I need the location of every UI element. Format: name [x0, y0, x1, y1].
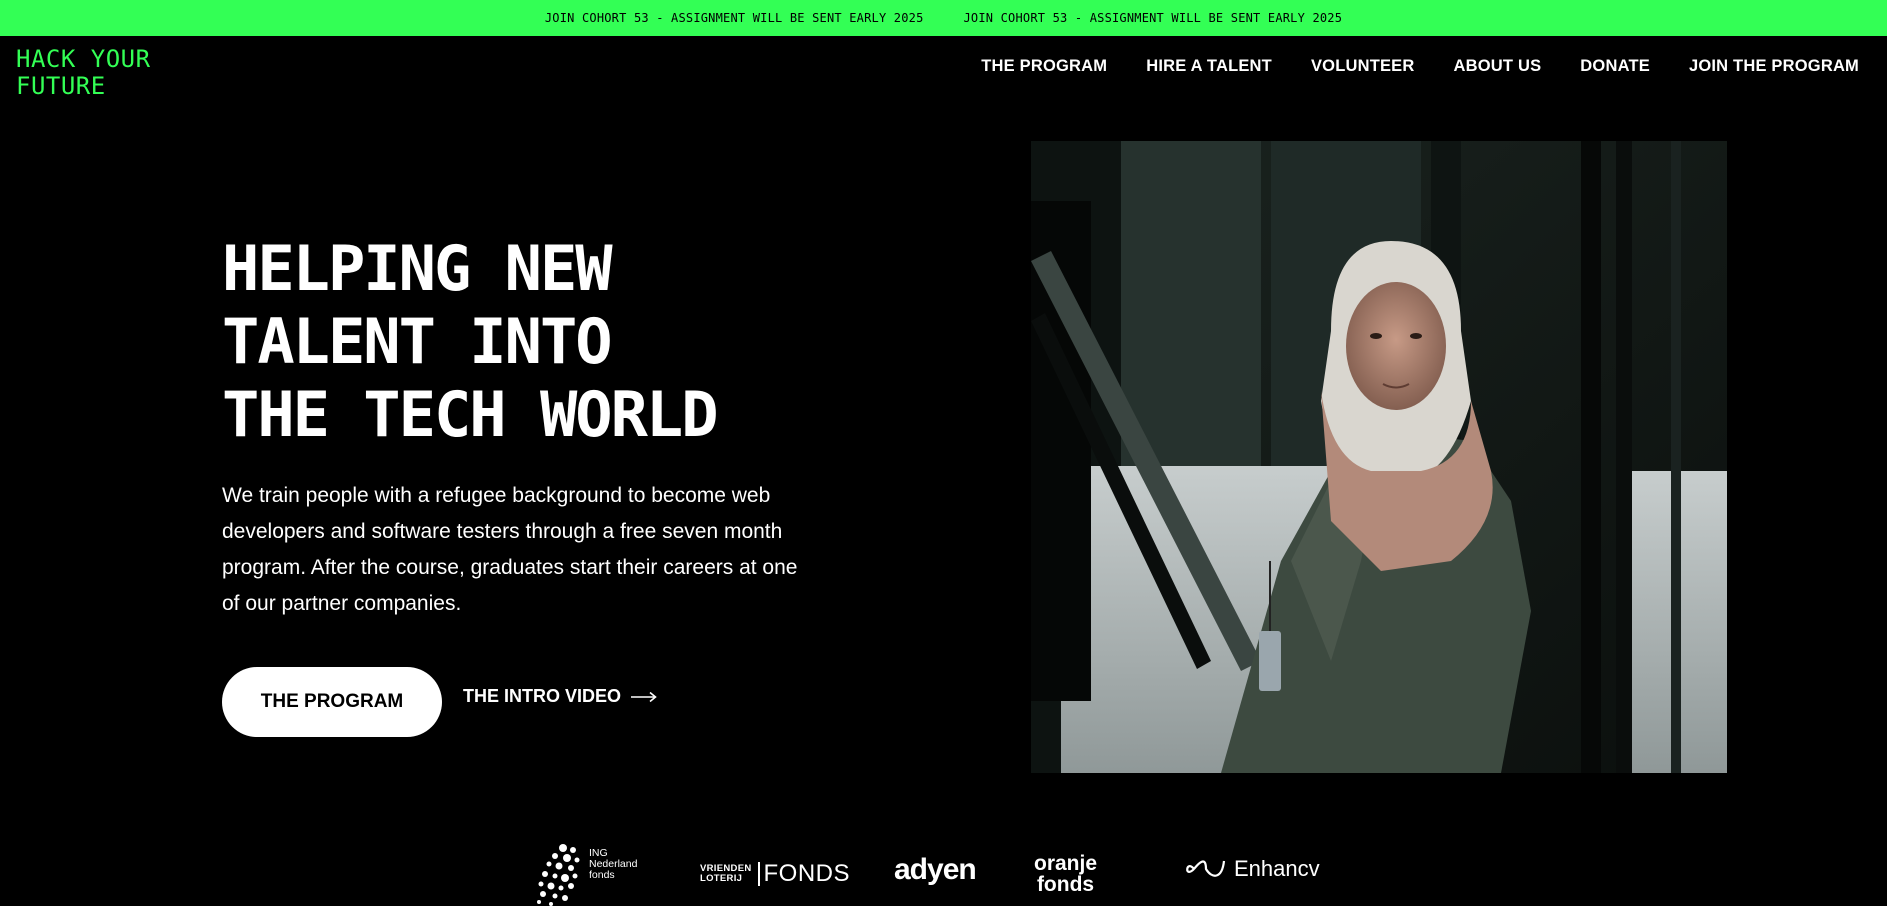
sponsor-logos: ING Nederland fonds VRIENDEN LOTERIJ FON…	[533, 842, 1363, 906]
main-nav: THE PROGRAM HIRE A TALENT VOLUNTEER ABOU…	[981, 57, 1859, 76]
banner-track: JOIN COHORT 53 - ASSIGNMENT WILL BE SENT…	[545, 11, 1342, 25]
nav-item-join-the-program[interactable]: JOIN THE PROGRAM	[1689, 57, 1859, 76]
oranje-line: fonds	[1036, 873, 1095, 896]
logo-line-1: HACK YOUR	[16, 45, 151, 73]
vl-fonds: FONDS	[757, 862, 851, 886]
nav-item-hire-a-talent[interactable]: HIRE A TALENT	[1146, 57, 1272, 76]
banner-message: JOIN COHORT 53 - ASSIGNMENT WILL BE SENT…	[544, 11, 924, 25]
enhancv-logo[interactable]: Enhancv	[1182, 856, 1320, 882]
arrow-right-icon	[631, 691, 657, 702]
logo-line-2: FUTURE	[16, 72, 106, 100]
ing-line: fonds	[589, 869, 615, 881]
vriendenloterij-fonds-logo[interactable]: VRIENDEN LOTERIJ FONDS	[700, 862, 850, 886]
hero-title: HELPING NEW TALENT INTO THE TECH WORLD	[222, 232, 719, 451]
the-program-button[interactable]: THE PROGRAM	[222, 667, 442, 737]
nav-item-volunteer[interactable]: VOLUNTEER	[1311, 57, 1415, 76]
vl-line-2: LOTERIJ	[700, 873, 743, 884]
nav-item-the-program[interactable]: THE PROGRAM	[981, 57, 1107, 76]
banner-message: JOIN COHORT 53 - ASSIGNMENT WILL BE SENT…	[963, 11, 1343, 25]
intro-video-link[interactable]: THE INTRO VIDEO	[463, 686, 657, 707]
oranje-fonds-logo[interactable]: oranje fonds	[1034, 853, 1097, 895]
hero-title-line: HELPING NEW	[222, 232, 613, 305]
hero-photo-illustration	[1031, 141, 1727, 773]
site-logo[interactable]: HACK YOUR FUTURE	[16, 46, 151, 100]
enhancv-text: Enhancv	[1234, 856, 1320, 881]
announcement-banner[interactable]: JOIN COHORT 53 - ASSIGNMENT WILL BE SENT…	[0, 0, 1887, 36]
hero-title-line: TALENT INTO	[222, 305, 613, 378]
ing-dots-icon	[537, 844, 580, 906]
nav-item-about-us[interactable]: ABOUT US	[1454, 57, 1542, 76]
hero-description: We train people with a refugee backgroun…	[222, 484, 798, 615]
ing-nederland-fonds-logo[interactable]: ING Nederland fonds	[533, 842, 653, 906]
oranje-line: oranje	[1034, 852, 1098, 875]
nav-item-donate[interactable]: DONATE	[1580, 57, 1650, 76]
hero-photo	[1031, 141, 1727, 773]
intro-video-label: THE INTRO VIDEO	[463, 686, 622, 706]
vriendenloterij-wordmark: VRIENDEN LOTERIJ	[700, 864, 752, 884]
enhancv-infinity-icon	[1186, 860, 1226, 877]
adyen-logo[interactable]: adyen	[894, 853, 977, 887]
ing-text: ING Nederland fonds	[589, 848, 637, 881]
hero-title-line: THE TECH WORLD	[222, 378, 719, 451]
